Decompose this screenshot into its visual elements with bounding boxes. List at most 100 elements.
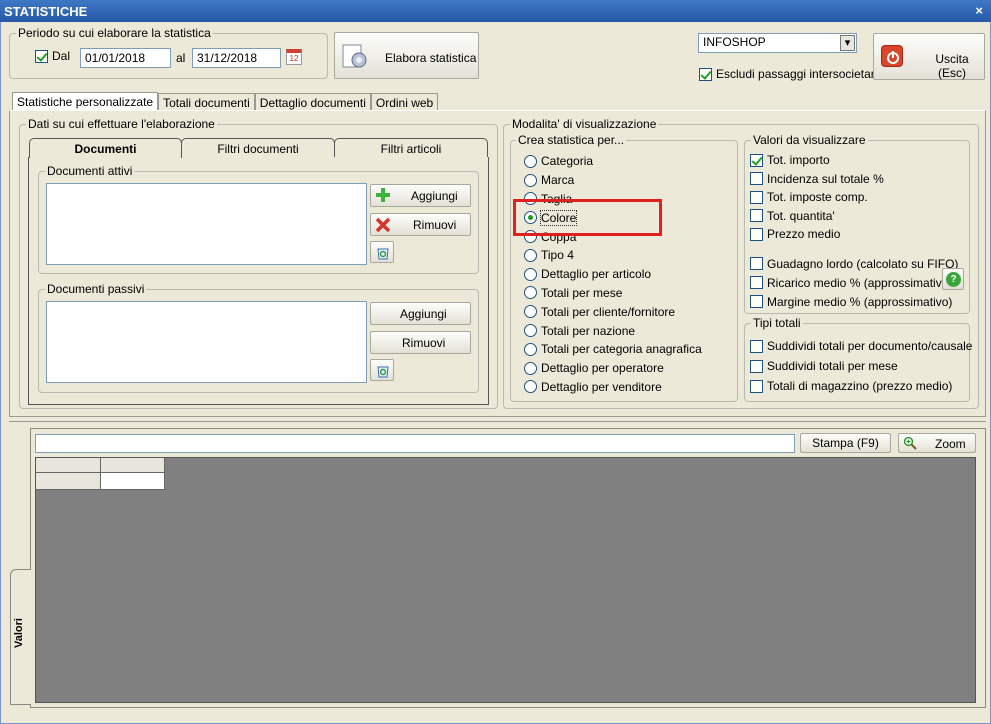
checkbox-label: Tot. imposte comp.	[767, 190, 868, 205]
attivi-add-button[interactable]: Aggiungi	[370, 184, 471, 207]
radio-button[interactable]	[524, 305, 537, 319]
attivi-remove-button[interactable]: Rimuovi	[370, 213, 471, 236]
print-button[interactable]: Stampa (F9)	[800, 433, 891, 453]
radio-option[interactable]: Marca	[524, 171, 702, 190]
tipi-list: Suddividi totali per documento/causale S…	[750, 336, 972, 396]
escludi-checkbox[interactable]	[699, 67, 712, 81]
checkbox[interactable]	[750, 295, 763, 308]
checkbox-item[interactable]: Tot. importo	[750, 151, 884, 170]
recycle-icon	[376, 245, 390, 260]
elabora-button[interactable]: Elabora statistica	[334, 32, 479, 79]
help-button[interactable]: ?	[942, 268, 964, 290]
tab-documenti[interactable]: Documenti	[29, 138, 182, 158]
attivi-remove-label: Rimuovi	[413, 218, 457, 232]
tab-ordini-web[interactable]: Ordini web	[370, 93, 439, 111]
checkbox[interactable]	[750, 190, 763, 204]
checkbox[interactable]	[750, 359, 763, 373]
results-filter-field[interactable]	[35, 434, 795, 453]
checkbox[interactable]	[750, 209, 763, 223]
modalita-group-title: Modalita' di visualizzazione	[510, 117, 659, 131]
passivi-remove-button[interactable]: Rimuovi	[370, 331, 471, 354]
checkbox-label: Margine medio % (approssimativo)	[767, 294, 953, 309]
checkbox[interactable]	[750, 257, 763, 270]
grid-data-cell[interactable]	[101, 473, 165, 490]
company-select[interactable]: INFOSHOP ▾	[698, 33, 857, 53]
attivi-clear-button[interactable]	[370, 241, 394, 263]
radio-option[interactable]: Dettaglio per operatore	[524, 359, 702, 378]
radio-option[interactable]: Dettaglio per articolo	[524, 265, 702, 284]
tipi-title: Tipi totali	[751, 316, 803, 330]
passivi-list[interactable]	[46, 301, 367, 383]
checkbox[interactable]	[750, 379, 763, 393]
radio-option[interactable]: Totali per cliente/fornitore	[524, 302, 702, 321]
chevron-down-icon[interactable]: ▾	[840, 35, 855, 51]
checkbox-item[interactable]: Ricarico medio % (approssimativo)	[750, 273, 958, 292]
radio-button[interactable]	[524, 342, 537, 356]
grid-header-cell	[36, 458, 101, 473]
checkbox[interactable]	[750, 227, 763, 241]
radio-option[interactable]: Totali per mese	[524, 284, 702, 303]
checkbox-label: Suddividi totali per documento/causale	[767, 339, 973, 353]
checkbox-item[interactable]: Incidenza sul totale %	[750, 170, 884, 189]
calendar-icon[interactable]: 12	[286, 49, 302, 65]
radio-option[interactable]: Dettaglio per venditore	[524, 378, 702, 397]
recycle-icon	[376, 363, 390, 378]
radio-button[interactable]	[524, 286, 537, 300]
tab-statistiche-personalizzate[interactable]: Statistiche personalizzate	[12, 92, 159, 111]
print-label: Stampa (F9)	[812, 436, 879, 450]
radio-button[interactable]	[524, 361, 537, 375]
passivi-add-button[interactable]: Aggiungi	[370, 302, 471, 325]
company-selected: INFOSHOP	[703, 35, 766, 49]
date-from-field[interactable]	[80, 48, 171, 68]
checkbox-item[interactable]: Prezzo medio	[750, 225, 884, 244]
x-icon	[375, 217, 391, 233]
tab-totali-documenti[interactable]: Totali documenti	[158, 93, 255, 111]
checkbox-item[interactable]: Margine medio % (approssimativo)	[750, 292, 958, 311]
radio-button[interactable]	[524, 324, 537, 338]
checkbox[interactable]	[750, 276, 763, 289]
passivi-clear-button[interactable]	[370, 359, 394, 381]
exit-button[interactable]: Uscita (Esc)	[873, 33, 985, 80]
radio-button[interactable]	[524, 267, 537, 281]
zoom-icon	[903, 436, 917, 450]
checkbox[interactable]	[750, 172, 763, 186]
power-icon	[881, 45, 903, 67]
escludi-checkbox-row[interactable]: Escludi passaggi intersocietari	[699, 67, 877, 81]
zoom-label: Zoom	[935, 437, 966, 451]
attivi-list[interactable]	[46, 183, 367, 265]
close-icon[interactable]: ×	[975, 3, 983, 18]
results-grid[interactable]	[35, 457, 976, 703]
checkbox-item[interactable]: Suddividi totali per documento/causale	[750, 336, 972, 356]
dal-checkbox[interactable]	[35, 49, 48, 63]
title-bar: STATISTICHE ×	[0, 0, 991, 22]
checkbox-item[interactable]: Guadagno lordo (calcolato su FIFO)	[750, 254, 958, 273]
tab-filtri-documenti[interactable]: Filtri documenti	[181, 138, 335, 157]
radio-option[interactable]: Totali per categoria anagrafica	[524, 340, 702, 359]
zoom-button[interactable]: Zoom	[898, 433, 976, 453]
checkbox-item[interactable]: Totali di magazzino (prezzo medio)	[750, 376, 972, 396]
radio-button[interactable]	[524, 154, 537, 168]
grid-row-header-cell	[36, 473, 101, 490]
checkbox-item[interactable]: Tot. quantita'	[750, 207, 884, 226]
tab-dettaglio-documenti[interactable]: Dettaglio documenti	[254, 93, 371, 111]
passivi-add-label: Aggiungi	[400, 307, 447, 321]
calendar-day: 12	[289, 54, 299, 63]
radio-button[interactable]	[524, 173, 537, 187]
checkbox[interactable]	[750, 153, 763, 167]
dal-checkbox-row[interactable]: Dal	[35, 49, 70, 63]
checkbox-item[interactable]: Suddividi totali per mese	[750, 356, 972, 376]
side-tab-valori[interactable]: Valori	[10, 569, 31, 705]
dati-group-title: Dati su cui effettuare l'elaborazione	[26, 117, 217, 131]
tab-filtri-articoli[interactable]: Filtri articoli	[334, 138, 488, 157]
radio-option[interactable]: Tipo 4	[524, 246, 702, 265]
date-to-field[interactable]	[192, 48, 281, 68]
checkbox-item[interactable]: Tot. imposte comp.	[750, 188, 884, 207]
valori-list-b: Guadagno lordo (calcolato su FIFO) Ricar…	[750, 254, 958, 311]
radio-option[interactable]: Categoria	[524, 152, 702, 171]
radio-button[interactable]	[524, 380, 537, 394]
radio-button[interactable]	[524, 248, 537, 262]
checkbox-label: Ricarico medio % (approssimativo)	[767, 275, 953, 290]
radio-option[interactable]: Totali per nazione	[524, 321, 702, 340]
checkbox-label: Tot. importo	[767, 153, 830, 168]
checkbox[interactable]	[750, 339, 763, 353]
